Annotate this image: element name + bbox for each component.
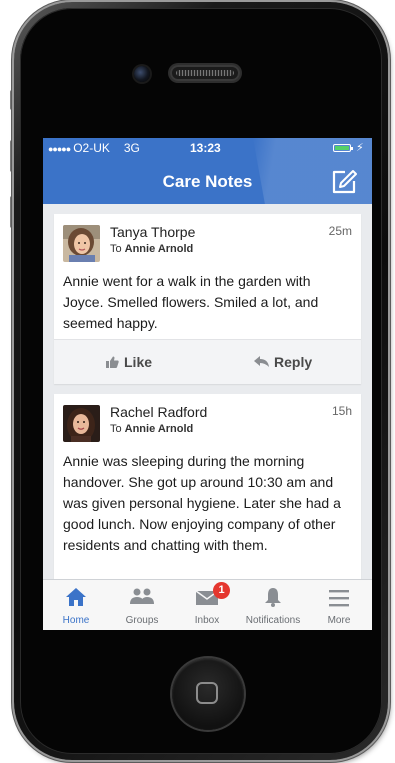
earpiece-speaker	[170, 65, 240, 81]
recipient-name[interactable]: Annie Arnold	[125, 243, 194, 255]
post-timestamp: 15h	[331, 404, 352, 418]
home-button-icon	[196, 682, 218, 704]
app-screen: ●●●●● O2-UK 3G 13:23 ⚡ Care Notes Tanya …	[43, 138, 372, 630]
note-card[interactable]: Tanya Thorpe To Annie Arnold 25m Annie we…	[54, 214, 361, 384]
thumbs-up-icon	[106, 356, 119, 368]
recipient-name[interactable]: Annie Arnold	[125, 423, 194, 435]
recipient-prefix: To	[110, 423, 122, 435]
charging-icon: ⚡	[356, 142, 364, 154]
tab-label: Notifications	[245, 615, 301, 626]
device-mockup: ●●●●● O2-UK 3G 13:23 ⚡ Care Notes Tanya …	[0, 0, 395, 763]
reply-button[interactable]: Reply	[254, 340, 312, 384]
post-actions: Like Reply	[54, 339, 361, 384]
tab-inbox[interactable]: 1 Inbox	[174, 580, 240, 630]
status-bar: ●●●●● O2-UK 3G 13:23 ⚡	[43, 138, 372, 158]
recipient-prefix: To	[110, 243, 122, 255]
navigation-bar: ●●●●● O2-UK 3G 13:23 ⚡ Care Notes	[43, 138, 372, 204]
tab-groups[interactable]: Groups	[109, 580, 175, 630]
author-name[interactable]: Tanya Thorpe	[110, 224, 195, 240]
like-button[interactable]: Like	[106, 340, 152, 384]
reply-arrow-icon	[254, 356, 269, 368]
front-camera	[134, 66, 150, 82]
recipient-line: To Annie Arnold	[110, 243, 193, 255]
signal-strength-icon: ●●●●●	[48, 144, 71, 154]
home-icon	[66, 588, 86, 606]
tab-label: Home	[62, 615, 90, 626]
status-clock: 13:23	[190, 141, 221, 155]
battery-icon	[333, 144, 353, 152]
page-title: Care Notes	[162, 172, 253, 191]
tab-bar: Home Groups 1 Inbox Notifications More	[43, 579, 372, 630]
note-card[interactable]: Rachel Radford To Annie Arnold 15h Annie …	[54, 394, 361, 579]
carrier-info: ●●●●● O2-UK 3G	[48, 138, 140, 159]
post-timestamp: 25m	[328, 224, 352, 238]
network-type: 3G	[123, 141, 140, 155]
compose-icon[interactable]	[331, 169, 357, 195]
tab-label: Inbox	[194, 615, 220, 626]
reply-label: Reply	[274, 354, 313, 370]
tab-notifications[interactable]: Notifications	[240, 580, 306, 630]
author-name[interactable]: Rachel Radford	[110, 404, 207, 420]
tab-label: Groups	[125, 615, 159, 626]
note-text: Annie went for a walk in the garden with…	[63, 273, 319, 331]
tab-home[interactable]: Home	[43, 580, 109, 630]
like-label: Like	[124, 354, 153, 370]
bell-icon	[265, 588, 281, 607]
avatar[interactable]	[63, 225, 100, 262]
recipient-line: To Annie Arnold	[110, 423, 193, 435]
home-button[interactable]	[172, 658, 244, 730]
menu-icon	[329, 590, 349, 607]
groups-icon	[130, 588, 154, 604]
avatar[interactable]	[63, 405, 100, 442]
inbox-unread-badge: 1	[213, 582, 230, 599]
carrier-name: O2-UK	[73, 141, 110, 155]
note-text: Annie was sleeping during the morning ha…	[63, 453, 341, 553]
tab-label: More	[327, 615, 351, 626]
notes-feed[interactable]: Tanya Thorpe To Annie Arnold 25m Annie we…	[43, 204, 372, 579]
tab-more[interactable]: More	[306, 580, 372, 630]
